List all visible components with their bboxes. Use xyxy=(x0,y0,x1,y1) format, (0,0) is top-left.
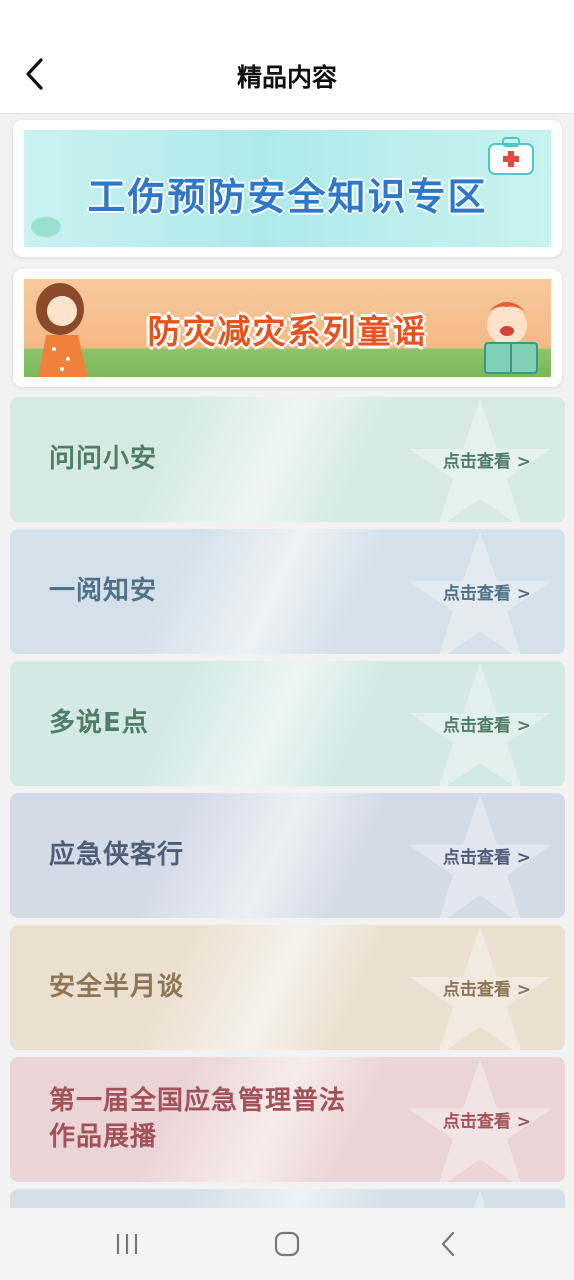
list-item-title: 一阅知安 xyxy=(49,575,158,606)
list-item[interactable]: 应急侠客行 点击查看 > xyxy=(10,793,565,918)
list-item[interactable] xyxy=(10,1189,565,1208)
list-item-title: 第一届全国应急管理普法作品展播 xyxy=(49,1086,347,1152)
view-link[interactable]: 点击查看 > xyxy=(443,661,531,786)
view-link[interactable]: 点击查看 > xyxy=(443,925,531,1050)
system-nav-bar xyxy=(0,1208,574,1280)
list-item-title: 安全半月谈 xyxy=(49,971,185,1002)
back-arrow-icon xyxy=(441,1231,455,1257)
view-link[interactable]: 点击查看 > xyxy=(443,397,531,522)
list-item[interactable]: 一阅知安 点击查看 > xyxy=(10,529,565,654)
list-item[interactable]: 第一届全国应急管理普法作品展播 点击查看 > xyxy=(10,1057,565,1182)
list-item[interactable]: 安全半月谈 点击查看 > xyxy=(10,925,565,1050)
list-item-title: 问问小安 xyxy=(49,443,158,474)
content-scroll-area[interactable]: 工伤预防安全知识专区 防灾减灾系列童谣 问问小安 点击查看 > 一阅知安 点击查看 >… xyxy=(0,114,574,1208)
page-title: 精品内容 xyxy=(236,63,337,92)
list-item-title: 多说E点 xyxy=(49,707,149,738)
recent-apps-icon xyxy=(116,1234,138,1254)
list-item-title: 应急侠客行 xyxy=(49,839,185,870)
list-item[interactable]: 问问小安 点击查看 > xyxy=(10,397,565,522)
home-button[interactable] xyxy=(263,1228,311,1260)
banner-image: 防灾减灾系列童谣 xyxy=(24,279,551,377)
view-link[interactable]: 点击查看 > xyxy=(443,529,531,654)
list-item-title xyxy=(49,1189,359,1208)
list-item[interactable]: 多说E点 点击查看 > xyxy=(10,661,565,786)
banner-title: 工伤预防安全知识专区 xyxy=(87,175,488,219)
view-link[interactable]: 点击查看 > xyxy=(443,793,531,918)
home-icon xyxy=(274,1231,300,1257)
banner-work-injury-prevention[interactable]: 工伤预防安全知识专区 xyxy=(13,120,562,257)
banner-image: 工伤预防安全知识专区 xyxy=(24,130,551,247)
view-link[interactable]: 点击查看 > xyxy=(443,1057,531,1182)
banner-title: 防灾减灾系列童谣 xyxy=(147,312,428,351)
app-header: 精品内容 xyxy=(0,36,574,114)
system-back-button[interactable] xyxy=(424,1228,472,1260)
recent-apps-button[interactable] xyxy=(103,1228,151,1260)
star-icon xyxy=(474,1191,486,1208)
status-bar xyxy=(0,0,574,36)
banner-disaster-nursery-rhymes[interactable]: 防灾减灾系列童谣 xyxy=(13,269,562,387)
